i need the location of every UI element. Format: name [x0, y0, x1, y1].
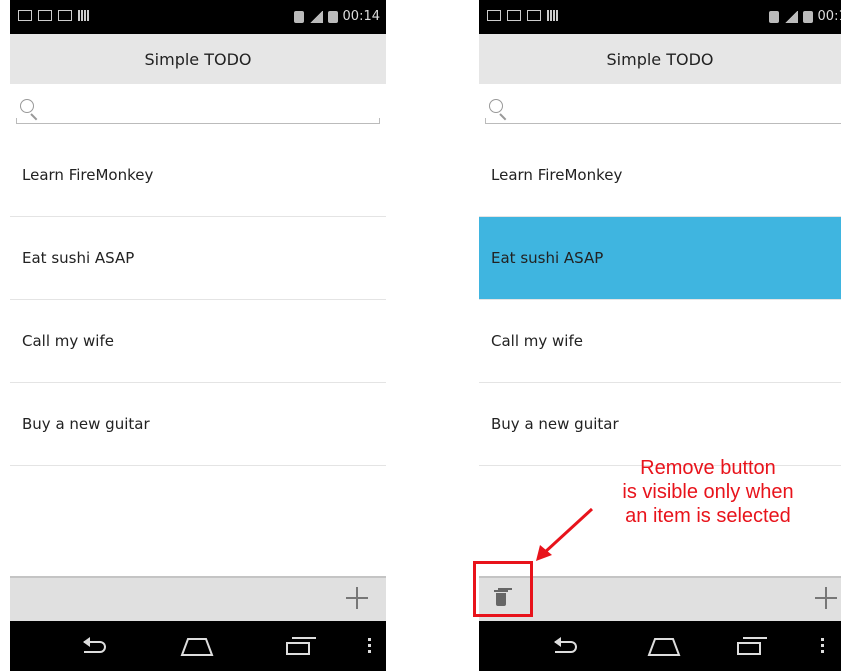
- phone-screen-after: 00:15 Simple TODO Learn FireMonkey Eat s…: [479, 0, 841, 671]
- calendar-icon: [18, 10, 32, 21]
- status-right: 00:15: [768, 9, 841, 24]
- app-title: Simple TODO: [606, 49, 714, 69]
- annotation-arrow: [536, 507, 594, 561]
- notification-icons: [487, 10, 559, 21]
- android-nav-bar: [10, 621, 386, 671]
- menu-icon[interactable]: [368, 638, 372, 654]
- todo-item[interactable]: Call my wife: [10, 300, 386, 383]
- todo-list: Learn FireMonkey Eat sushi ASAP Call my …: [10, 134, 386, 466]
- annotation-callout: Remove button is visible only when an it…: [588, 456, 828, 528]
- barcode-icon: [547, 10, 559, 21]
- signal-icon: [783, 10, 798, 23]
- todo-item-label: Eat sushi ASAP: [491, 249, 604, 267]
- search-bar[interactable]: [479, 84, 841, 134]
- todo-item[interactable]: Buy a new guitar: [479, 383, 841, 466]
- annotation-line: Remove button: [640, 457, 776, 479]
- todo-item[interactable]: Buy a new guitar: [10, 383, 386, 466]
- app-title-bar: Simple TODO: [479, 34, 841, 84]
- app-title: Simple TODO: [144, 49, 252, 69]
- todo-item[interactable]: Learn FireMonkey: [479, 134, 841, 217]
- plus-icon[interactable]: [815, 587, 837, 609]
- status-time: 00:15: [817, 9, 841, 24]
- back-icon[interactable]: [549, 637, 579, 655]
- barcode-icon: [78, 10, 90, 21]
- annotation-line: an item is selected: [625, 505, 791, 527]
- vibrate-icon: [293, 10, 304, 23]
- search-input[interactable]: [16, 118, 380, 124]
- home-icon[interactable]: [647, 635, 681, 657]
- search-icon: [489, 99, 503, 113]
- status-right: 00:14: [293, 9, 380, 24]
- mail-icon: [58, 10, 72, 21]
- status-time: 00:14: [342, 9, 380, 24]
- todo-item-label: Buy a new guitar: [491, 415, 619, 433]
- mail-icon: [527, 10, 541, 21]
- search-bar[interactable]: [10, 84, 386, 134]
- app-title-bar: Simple TODO: [10, 34, 386, 84]
- home-icon[interactable]: [180, 635, 214, 657]
- calendar-icon: [487, 10, 501, 21]
- todo-item-label: Call my wife: [22, 332, 114, 350]
- recent-apps-icon[interactable]: [737, 635, 767, 657]
- notification-icons: [18, 10, 90, 21]
- todo-item-label: Learn FireMonkey: [22, 166, 154, 184]
- status-bar: 00:15: [479, 0, 841, 34]
- search-input[interactable]: [485, 118, 841, 124]
- mail-icon: [38, 10, 52, 21]
- android-nav-bar: [479, 621, 841, 671]
- todo-item[interactable]: Eat sushi ASAP: [10, 217, 386, 300]
- todo-item-label: Call my wife: [491, 332, 583, 350]
- back-icon[interactable]: [78, 637, 108, 655]
- mail-icon: [507, 10, 521, 21]
- battery-icon: [327, 10, 338, 23]
- todo-item-label: Learn FireMonkey: [491, 166, 623, 184]
- annotation-line: is visible only when: [622, 481, 794, 503]
- todo-item-label: Eat sushi ASAP: [22, 249, 135, 267]
- phone-screen-before: 00:14 Simple TODO Learn FireMonkey Eat s…: [10, 0, 386, 671]
- remove-button-highlight: [473, 561, 533, 617]
- bottom-toolbar: [479, 576, 841, 621]
- todo-item-selected[interactable]: Eat sushi ASAP: [479, 217, 841, 300]
- todo-item[interactable]: Call my wife: [479, 300, 841, 383]
- bottom-toolbar: [10, 576, 386, 621]
- signal-icon: [308, 10, 323, 23]
- todo-list: Learn FireMonkey Eat sushi ASAP Call my …: [479, 134, 841, 466]
- recent-apps-icon[interactable]: [286, 635, 316, 657]
- search-icon: [20, 99, 34, 113]
- todo-item[interactable]: Learn FireMonkey: [10, 134, 386, 217]
- vibrate-icon: [768, 10, 779, 23]
- plus-icon[interactable]: [346, 587, 368, 609]
- todo-item-label: Buy a new guitar: [22, 415, 150, 433]
- status-bar: 00:14: [10, 0, 386, 34]
- battery-icon: [802, 10, 813, 23]
- menu-icon[interactable]: [821, 638, 825, 654]
